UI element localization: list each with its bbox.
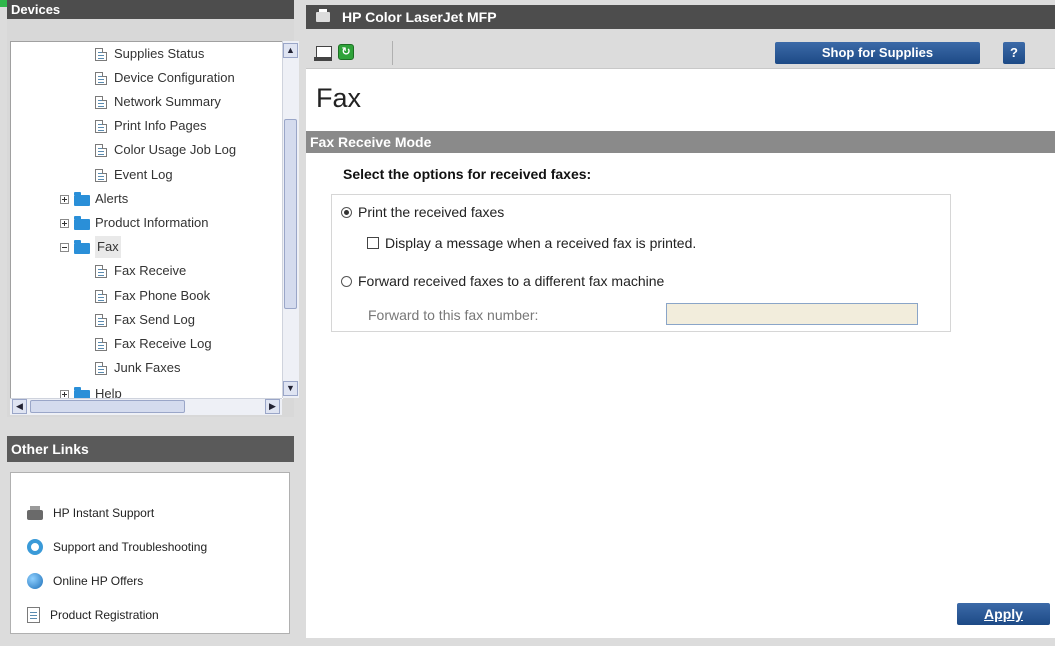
link-product-registration[interactable]: Product Registration <box>27 605 159 625</box>
collapse-icon[interactable] <box>60 242 69 252</box>
folder-icon <box>74 215 90 230</box>
other-links-header: Other Links <box>7 436 294 462</box>
page-icon <box>95 264 107 278</box>
forward-number-input[interactable] <box>666 303 918 325</box>
page-icon <box>95 71 107 85</box>
page-icon <box>95 313 107 327</box>
page-icon <box>95 168 107 182</box>
printer-icon <box>316 9 330 22</box>
scroll-thumb[interactable] <box>284 119 297 309</box>
globe-icon <box>27 573 43 589</box>
page-icon <box>95 47 107 61</box>
device-tree: Supplies Status Device Configuration Net… <box>10 41 283 399</box>
devices-panel: Supplies Status Device Configuration Net… <box>7 19 299 417</box>
scroll-left-icon[interactable]: ◀ <box>12 399 27 414</box>
forward-radio[interactable] <box>341 275 352 287</box>
device-title: HP Color LaserJet MFP <box>342 9 497 25</box>
document-icon <box>27 607 40 623</box>
page-icon <box>95 143 107 157</box>
tree-item-product-information[interactable]: Product Information <box>60 212 208 234</box>
page-icon <box>95 361 107 375</box>
tree-vertical-scrollbar[interactable]: ▲ ▼ <box>282 41 299 398</box>
link-support-and-troubleshooting[interactable]: Support and Troubleshooting <box>27 537 207 557</box>
scroll-right-icon[interactable]: ▶ <box>265 399 280 414</box>
toolbar: ↻ Shop for Supplies ? <box>306 37 1055 69</box>
folder-icon <box>74 191 90 206</box>
tree-item-alerts[interactable]: Alerts <box>60 188 128 210</box>
tree-item-supplies-status[interactable]: Supplies Status <box>95 43 204 65</box>
option-display-message[interactable]: Display a message when a received fax is… <box>367 235 696 251</box>
tree-item-junk-faxes[interactable]: Junk Faxes <box>95 357 180 379</box>
devices-header: Devices <box>7 0 294 19</box>
tree-item-network-summary[interactable]: Network Summary <box>95 91 221 113</box>
tree-horizontal-scrollbar[interactable]: ◀ ▶ <box>10 398 282 415</box>
section-header: Fax Receive Mode <box>306 131 1055 153</box>
instructions-text: Select the options for received faxes: <box>343 166 592 182</box>
corner-mark <box>0 0 7 7</box>
tree-item-event-log[interactable]: Event Log <box>95 164 173 186</box>
refresh-icon[interactable]: ↻ <box>338 44 354 60</box>
expand-icon[interactable] <box>60 194 69 204</box>
tree-item-fax-receive-log[interactable]: Fax Receive Log <box>95 333 212 355</box>
tree-item-fax[interactable]: Fax <box>60 236 121 258</box>
scroll-up-icon[interactable]: ▲ <box>283 43 298 58</box>
shop-for-supplies-button[interactable]: Shop for Supplies <box>775 42 980 64</box>
apply-button[interactable]: Apply <box>957 603 1050 625</box>
tree-item-print-info-pages[interactable]: Print Info Pages <box>95 115 207 137</box>
page-icon <box>95 337 107 351</box>
printer-icon <box>27 505 43 520</box>
tree-item-fax-phone-book[interactable]: Fax Phone Book <box>95 285 210 307</box>
print-radio[interactable] <box>341 206 352 218</box>
page-title: Fax <box>316 83 362 113</box>
link-hp-instant-support[interactable]: HP Instant Support <box>27 503 154 523</box>
tree-item-fax-send-log[interactable]: Fax Send Log <box>95 309 195 331</box>
folder-icon <box>74 239 90 254</box>
link-online-hp-offers[interactable]: Online HP Offers <box>27 571 143 591</box>
forward-number-label: Forward to this fax number: <box>368 307 539 323</box>
page-icon <box>95 119 107 133</box>
tree-item-help[interactable]: Help <box>60 383 122 399</box>
tree-item-fax-receive[interactable]: Fax Receive <box>95 260 186 282</box>
expand-icon[interactable] <box>60 218 69 228</box>
help-button[interactable]: ? <box>1003 42 1025 64</box>
scroll-down-icon[interactable]: ▼ <box>283 381 298 396</box>
display-message-checkbox[interactable] <box>367 237 379 249</box>
lifering-icon <box>27 539 43 555</box>
toolbar-divider <box>392 41 393 65</box>
scroll-thumb[interactable] <box>30 400 185 413</box>
page-icon <box>95 289 107 303</box>
tree-item-color-usage-job-log[interactable]: Color Usage Job Log <box>95 139 236 161</box>
options-box: Print the received faxes Display a messa… <box>331 194 951 332</box>
tree-item-device-configuration[interactable]: Device Configuration <box>95 67 235 89</box>
device-title-bar: HP Color LaserJet MFP <box>306 5 1055 29</box>
other-links-box: HP Instant Support Support and Troublesh… <box>10 472 290 634</box>
option-print-received[interactable]: Print the received faxes <box>341 204 504 220</box>
page-icon <box>95 95 107 109</box>
main-content: Fax Fax Receive Mode Select the options … <box>306 69 1055 638</box>
option-forward-faxes[interactable]: Forward received faxes to a different fa… <box>341 273 664 289</box>
apply-label: Apply <box>984 606 1023 622</box>
print-icon[interactable] <box>314 46 332 61</box>
other-links-panel: HP Instant Support Support and Troublesh… <box>7 462 294 638</box>
